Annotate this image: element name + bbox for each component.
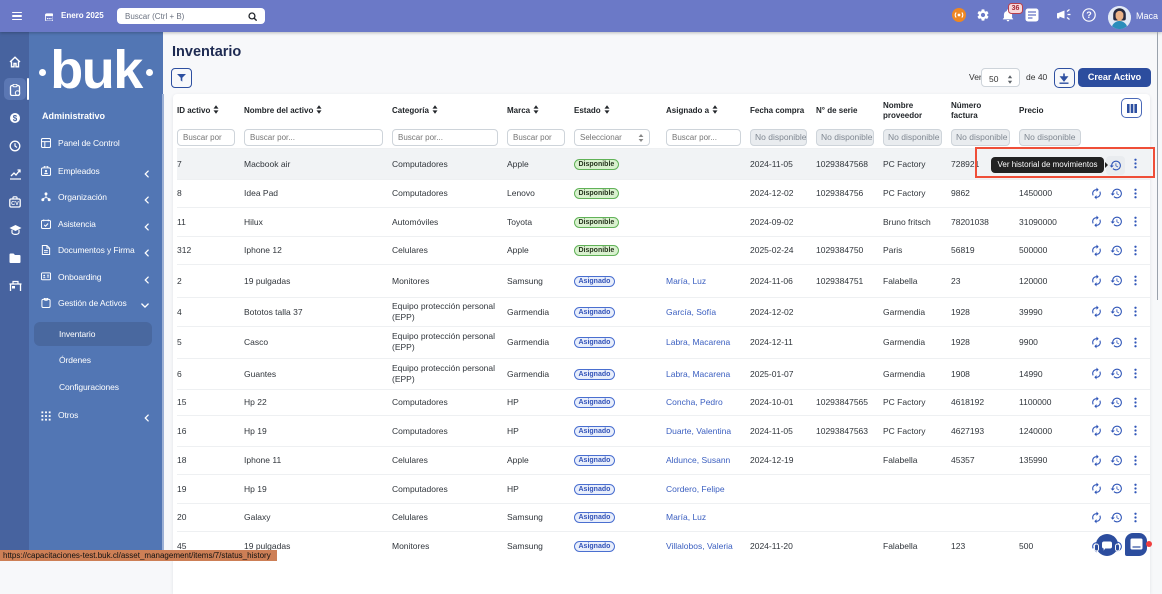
svg-text:?: ? bbox=[1086, 10, 1092, 20]
svg-text:CV: CV bbox=[11, 201, 19, 207]
svg-text:$: $ bbox=[12, 114, 17, 123]
